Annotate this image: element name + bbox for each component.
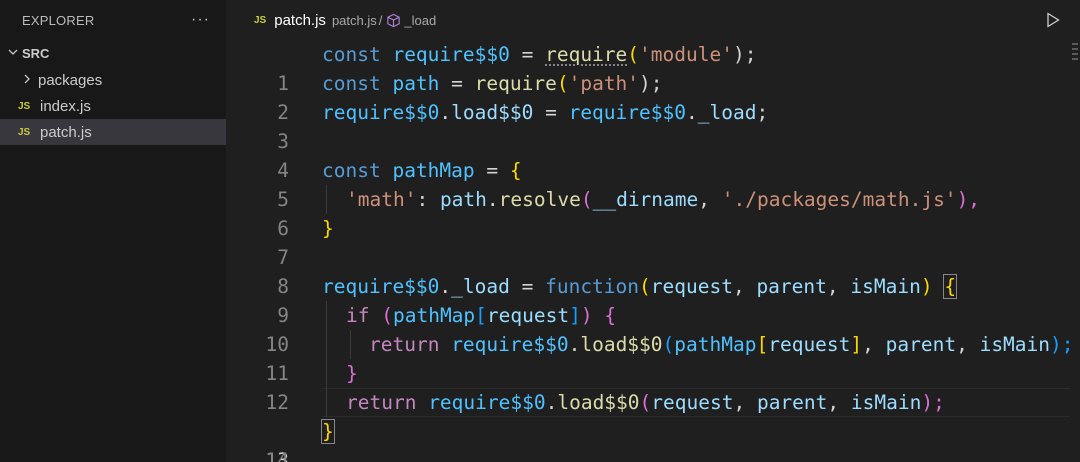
code-text: 'math': path.resolve(__dirname, './packa… — [346, 188, 981, 211]
code-text: const require$$0 = require('module'); — [322, 43, 757, 66]
code-text: return require$$0.load$$0(pathMap[reques… — [369, 333, 1074, 356]
code-line: 3 require$$0.load$$0 = require$$0._load; — [226, 98, 1080, 153]
indent-guide — [326, 359, 327, 388]
run-icon[interactable] — [1046, 12, 1060, 28]
indent-guide — [326, 388, 327, 417]
indent-guide — [326, 330, 327, 359]
code-line-active: 13 return require$$0.load$$0(request, pa… — [226, 388, 1080, 462]
tree-item-patch-js[interactable]: JS patch.js — [0, 119, 226, 145]
code-line: 14 } — [226, 417, 1080, 462]
breadcrumb-symbol[interactable]: _load — [404, 13, 436, 28]
tree-item-label: packages — [38, 71, 103, 89]
code-text: if (pathMap[request]) { — [346, 304, 617, 327]
line-number: 14 — [265, 449, 289, 462]
breadcrumb-file[interactable]: patch.js — [332, 13, 377, 28]
code-line: 4 — [226, 127, 1080, 182]
code-line: 1 const require$$0 = require('module'); — [226, 40, 1080, 95]
js-file-icon: JS — [18, 100, 31, 112]
code-editor[interactable]: 1 const require$$0 = require('module'); … — [226, 40, 1080, 462]
tree-item-label: patch.js — [40, 123, 92, 141]
editor-pane: JS patch.js patch.js / _load 1 const req… — [226, 0, 1080, 462]
vscode-window: EXPLORER ··· SRC packages JS index.js JS… — [0, 0, 1080, 462]
code-line: 7 } — [226, 214, 1080, 269]
tab-patch-js[interactable]: patch.js — [274, 12, 326, 29]
folder-src[interactable]: SRC — [0, 40, 226, 67]
js-file-icon: JS — [18, 126, 31, 138]
code-text: } — [321, 419, 335, 444]
chevron-down-icon — [4, 46, 22, 61]
chevron-right-icon — [18, 73, 36, 88]
code-text: require$$0._load = function(request, par… — [322, 274, 958, 299]
code-text: return require$$0.load$$0(request, paren… — [346, 391, 945, 414]
code-line: 6 'math': path.resolve(__dirname, './pac… — [226, 185, 1080, 240]
folder-label: SRC — [22, 46, 50, 61]
tree-item-index-js[interactable]: JS index.js — [0, 93, 226, 119]
code-line: 11 return require$$0.load$$0(pathMap[req… — [226, 330, 1080, 385]
code-line: 12 } — [226, 359, 1080, 414]
breadcrumb-separator: / — [378, 12, 383, 28]
code-text: } — [322, 217, 334, 240]
code-text: require$$0.load$$0 = require$$0._load; — [322, 101, 769, 124]
indent-guide — [326, 185, 327, 214]
code-text: const path = require('path'); — [322, 72, 663, 95]
code-line: 10 if (pathMap[request]) { — [226, 301, 1080, 356]
tree-item-packages[interactable]: packages — [0, 67, 226, 93]
explorer-sidebar: EXPLORER ··· SRC packages JS index.js JS… — [0, 0, 226, 462]
code-line: 5 const pathMap = { — [226, 156, 1080, 211]
js-file-icon: JS — [254, 14, 267, 26]
tree-item-label: index.js — [40, 97, 91, 115]
method-cube-icon — [387, 13, 401, 27]
indent-guide — [350, 330, 351, 359]
breadcrumb: patch.js / _load — [332, 13, 436, 28]
code-line: 8 — [226, 243, 1080, 298]
explorer-header: EXPLORER ··· — [0, 0, 226, 40]
more-actions-icon[interactable]: ··· — [191, 11, 210, 29]
indent-guide — [326, 301, 327, 330]
code-text: } — [346, 362, 358, 385]
code-text: const pathMap = { — [322, 159, 522, 182]
code-line: 9 require$$0._load = function(request, p… — [226, 272, 1080, 327]
editor-tab-bar: JS patch.js patch.js / _load — [226, 0, 1080, 40]
explorer-title: EXPLORER — [22, 12, 95, 28]
code-line: 2 const path = require('path'); — [226, 69, 1080, 124]
